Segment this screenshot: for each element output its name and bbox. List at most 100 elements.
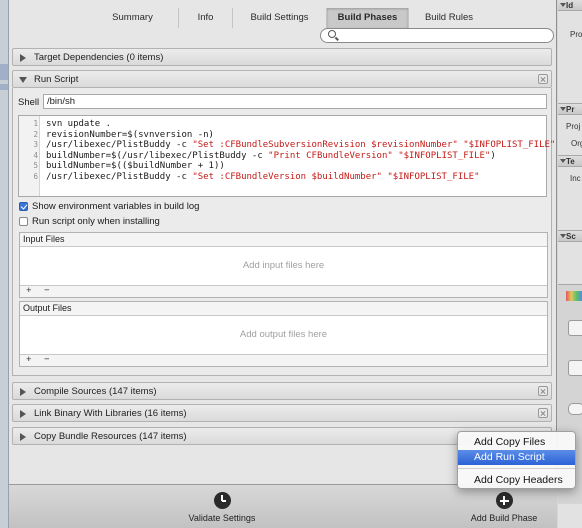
inspector-label: Proj xyxy=(566,122,581,131)
disclosure-triangle-icon[interactable] xyxy=(20,54,26,62)
script-line-text: /usr/libexec/PlistBuddy -c "Set :CFBundl… xyxy=(46,140,555,151)
validate-settings-button[interactable]: Validate Settings xyxy=(177,492,267,523)
phase-title: Run Script xyxy=(34,74,79,85)
disclosure-triangle-icon[interactable] xyxy=(20,388,26,396)
add-output-file-button[interactable]: + xyxy=(26,354,32,365)
script-string-literal: "Print CFBundleVersion" "$INFOPLIST_FILE… xyxy=(268,150,491,161)
disclosure-triangle-icon[interactable] xyxy=(20,410,26,418)
library-item[interactable] xyxy=(568,403,582,415)
tab-info[interactable]: Info xyxy=(179,8,233,28)
disclosure-triangle-open-icon xyxy=(560,107,566,111)
inspector-section-title: Pr xyxy=(566,105,575,114)
shell-label: Shell xyxy=(18,97,40,108)
script-code-text: revisionNumber=$(svnversion -n) xyxy=(46,129,214,140)
disclosure-triangle-icon[interactable] xyxy=(20,433,26,441)
delete-phase-icon[interactable] xyxy=(538,74,548,84)
phase-title: Copy Bundle Resources (147 items) xyxy=(34,431,187,442)
add-build-phase-menu: Add Copy Files Add Run Script Add Copy H… xyxy=(457,431,576,489)
disclosure-triangle-open-icon[interactable] xyxy=(19,77,27,83)
clock-icon xyxy=(213,492,231,509)
output-files-table: Output Files Add output files here + − xyxy=(19,301,548,367)
disclosure-triangle-open-icon xyxy=(560,159,566,163)
input-files-footer: + − xyxy=(20,285,547,297)
output-files-footer: + − xyxy=(20,354,547,366)
inspector-section-title: Id xyxy=(566,1,574,10)
script-code-text: svn update . xyxy=(46,119,112,129)
script-line-text: svn update . xyxy=(46,119,111,130)
script-code-text: /usr/libexec/PlistBuddy -c xyxy=(46,140,193,150)
line-number: 3 xyxy=(33,140,38,149)
output-files-header: Output Files xyxy=(20,302,547,316)
run-only-installing-checkbox[interactable] xyxy=(19,217,28,226)
menu-item-add-run-script[interactable]: Add Run Script xyxy=(458,450,575,465)
line-number: 1 xyxy=(33,119,38,128)
script-code-text: buildNumber=$(($buildNumber + 1)) xyxy=(46,161,225,171)
disclosure-triangle-open-icon xyxy=(560,234,566,238)
line-number: 4 xyxy=(33,150,38,160)
script-line-text: buildNumber=$(($buildNumber + 1)) xyxy=(46,161,225,172)
search-input[interactable] xyxy=(341,29,546,42)
inspector-section-title: Te xyxy=(566,157,575,166)
show-env-checkbox[interactable] xyxy=(19,202,28,211)
navigator-selection-tail xyxy=(0,84,8,90)
phase-search-field[interactable] xyxy=(320,28,554,43)
script-code-text: ) xyxy=(490,150,496,161)
inspector-label: Pro xyxy=(570,30,582,39)
color-swatch-icon[interactable] xyxy=(566,291,582,301)
plus-icon xyxy=(495,492,513,509)
script-line-text: buildNumber=$(/usr/libexec/PlistBuddy -c… xyxy=(46,151,496,162)
script-line-text: /usr/libexec/PlistBuddy -c "Set :CFBundl… xyxy=(46,172,480,183)
remove-output-file-button[interactable]: − xyxy=(44,354,50,365)
phase-link-binary[interactable]: Link Binary With Libraries (16 items) xyxy=(12,404,552,422)
navigator-selection[interactable] xyxy=(0,64,8,80)
delete-phase-icon[interactable] xyxy=(538,386,548,396)
script-line-text: revisionNumber=$(svnversion -n) xyxy=(46,130,214,141)
editor-bottom-bar: Validate Settings Add Build Phase xyxy=(9,484,557,528)
inspector-section-text-settings[interactable]: Te xyxy=(558,155,582,167)
phase-title: Compile Sources (147 items) xyxy=(34,386,157,397)
tab-build-phases[interactable]: Build Phases xyxy=(327,8,409,28)
library-item[interactable] xyxy=(568,360,582,376)
validate-settings-label: Validate Settings xyxy=(188,513,256,523)
shell-field[interactable]: /bin/sh xyxy=(43,94,547,109)
phase-run-script[interactable]: Run Script xyxy=(12,70,552,88)
phase-compile-sources[interactable]: Compile Sources (147 items) xyxy=(12,382,552,400)
delete-phase-icon[interactable] xyxy=(538,408,548,418)
add-build-phase-label: Add Build Phase xyxy=(470,513,538,523)
tab-build-rules[interactable]: Build Rules xyxy=(409,8,489,28)
phase-target-dependencies[interactable]: Target Dependencies (0 items) xyxy=(12,48,552,66)
inspector-section-project[interactable]: Pr xyxy=(558,103,582,115)
tab-build-settings[interactable]: Build Settings xyxy=(233,8,327,28)
add-build-phase-button[interactable]: Add Build Phase xyxy=(459,492,549,523)
library-item[interactable] xyxy=(568,320,582,336)
editor-tab-bar: Summary Info Build Settings Build Phases… xyxy=(9,8,557,28)
script-code-text: /usr/libexec/PlistBuddy -c xyxy=(46,171,193,182)
script-code-text: buildNumber=$(/usr/libexec/PlistBuddy -c xyxy=(46,150,269,161)
phase-title: Link Binary With Libraries (16 items) xyxy=(34,408,187,419)
search-icon xyxy=(328,30,336,38)
menu-item-add-copy-files[interactable]: Add Copy Files xyxy=(458,435,575,450)
output-files-placeholder[interactable]: Add output files here xyxy=(20,316,547,354)
navigator-edge xyxy=(0,0,9,528)
inspector-section-identity[interactable]: Id xyxy=(558,0,582,11)
add-input-file-button[interactable]: + xyxy=(26,285,32,296)
script-editor[interactable]: 1 svn update . 2 revisionNumber=$(svnversio… xyxy=(18,115,555,197)
run-only-installing-label: Run script only when installing xyxy=(32,216,160,227)
input-files-placeholder[interactable]: Add input files here xyxy=(20,247,547,285)
menu-item-add-copy-headers[interactable]: Add Copy Headers xyxy=(458,473,575,488)
menu-separator xyxy=(458,468,575,469)
script-string-literal: "Set :CFBundleVersion $buildNumber" "$IN… xyxy=(192,171,480,182)
phase-title: Target Dependencies (0 items) xyxy=(34,52,164,63)
inspector-label: Org xyxy=(571,139,582,148)
line-number: 2 xyxy=(33,129,38,139)
line-number: 6 xyxy=(33,171,38,181)
tab-summary[interactable]: Summary xyxy=(87,8,179,28)
run-script-body: Shell /bin/sh 1 svn update . 2 revisionNumb… xyxy=(12,88,555,376)
disclosure-triangle-open-icon xyxy=(560,3,566,7)
script-string-literal: "Set :CFBundleSubversionRevision $revisi… xyxy=(192,140,556,150)
inspector-section-source-control[interactable]: Sc xyxy=(558,230,582,242)
remove-input-file-button[interactable]: − xyxy=(44,285,50,296)
input-files-header: Input Files xyxy=(20,233,547,247)
show-env-label: Show environment variables in build log xyxy=(32,201,200,212)
inspector-label: Inc xyxy=(570,174,581,183)
